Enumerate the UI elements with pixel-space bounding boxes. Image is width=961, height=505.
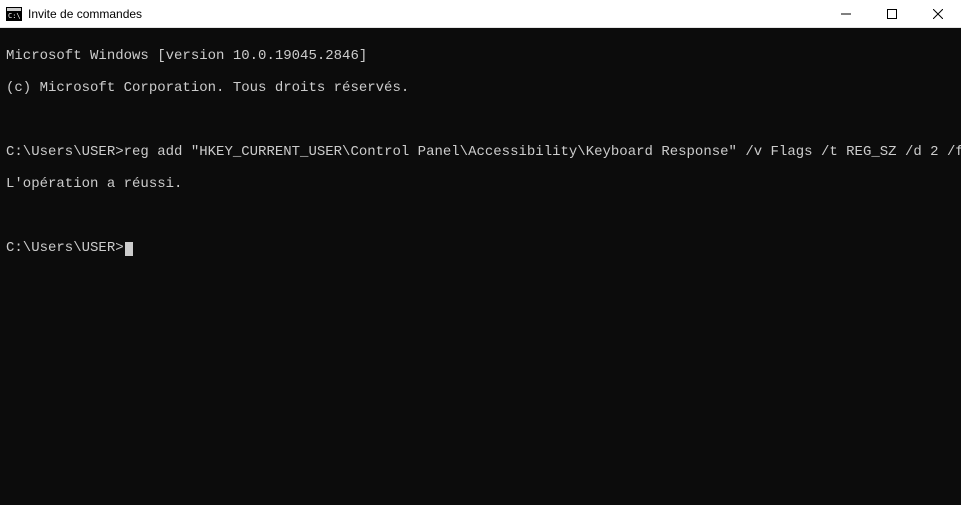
minimize-button[interactable]: [823, 0, 869, 27]
prompt: C:\Users\USER>: [6, 144, 124, 160]
command-text: reg add "HKEY_CURRENT_USER\Control Panel…: [124, 144, 961, 160]
version-line: Microsoft Windows [version 10.0.19045.28…: [6, 48, 955, 64]
terminal-area[interactable]: Microsoft Windows [version 10.0.19045.28…: [0, 28, 961, 505]
cmd-icon: C:\: [6, 6, 22, 22]
blank-line: [6, 112, 955, 128]
result-line: L'opération a réussi.: [6, 176, 955, 192]
command-line-1: C:\Users\USER>reg add "HKEY_CURRENT_USER…: [6, 144, 955, 160]
window-controls: [823, 0, 961, 27]
copyright-line: (c) Microsoft Corporation. Tous droits r…: [6, 80, 955, 96]
title-bar: C:\ Invite de commandes: [0, 0, 961, 28]
window-title: Invite de commandes: [28, 7, 823, 21]
svg-text:C:\: C:\: [8, 12, 21, 20]
blank-line: [6, 208, 955, 224]
close-button[interactable]: [915, 0, 961, 27]
prompt: C:\Users\USER>: [6, 240, 124, 256]
maximize-button[interactable]: [869, 0, 915, 27]
command-line-2: C:\Users\USER>: [6, 240, 955, 256]
cursor: [125, 242, 133, 256]
